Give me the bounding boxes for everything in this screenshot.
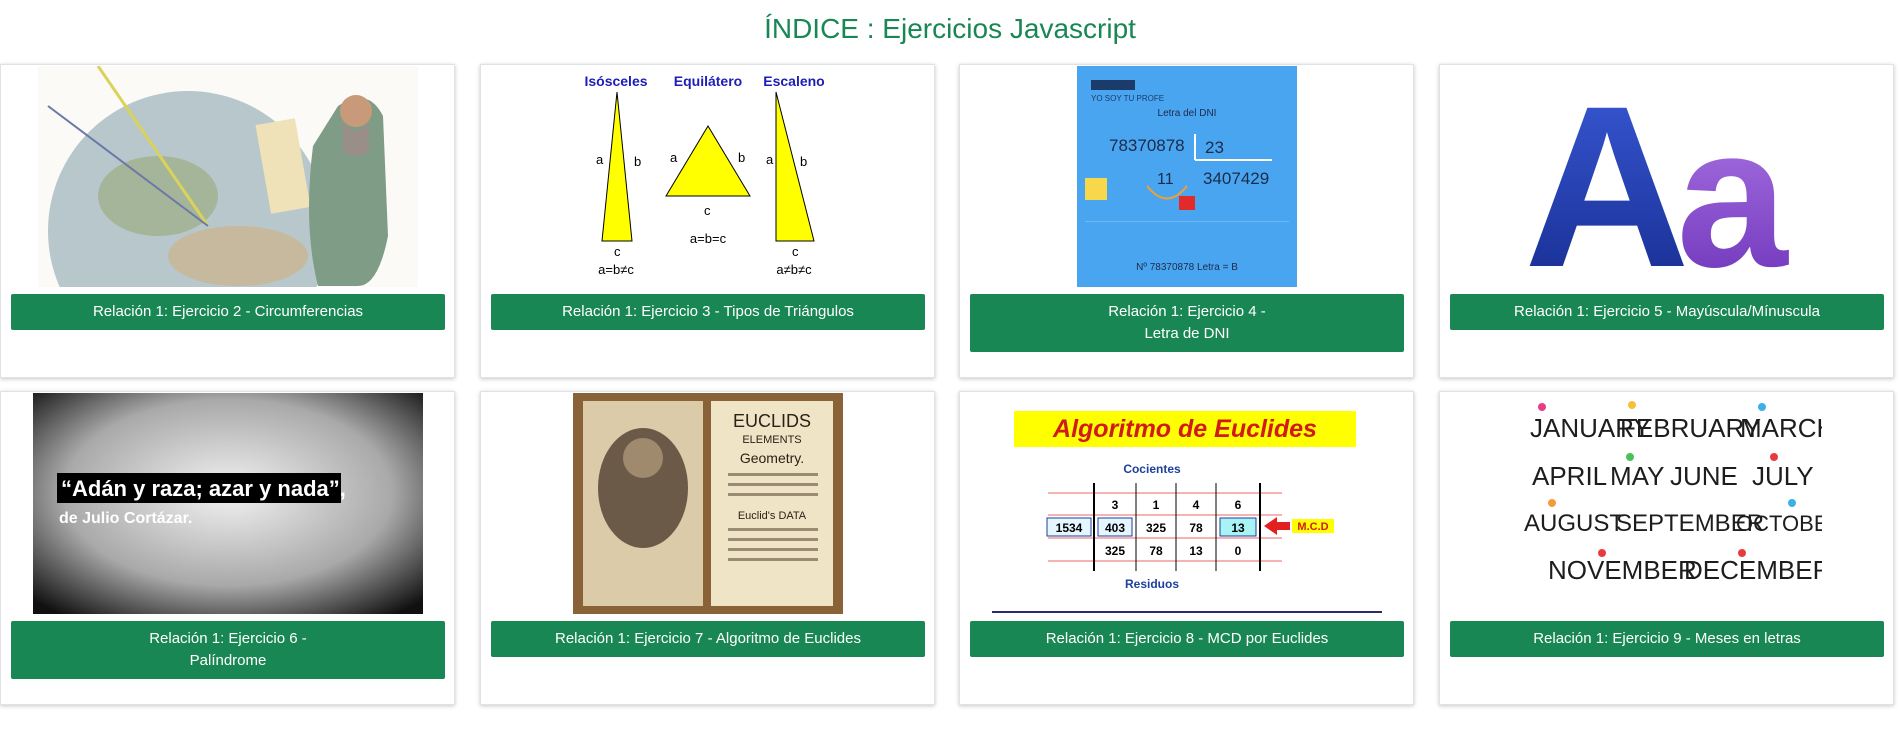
triangle-types-image[interactable]: Isósceles Equilátero Escaleno a b c a b … [481,66,934,287]
page-title: ÍNDICE : Ejercicios Javascript [764,13,1136,44]
svg-text:Algoritmo de Euclides: Algoritmo de Euclides [1052,415,1317,443]
triangle-label: Escaleno [763,73,824,89]
svg-text:13: 13 [1189,544,1203,558]
svg-text:a: a [596,152,604,167]
triangle-label: Isósceles [584,73,647,89]
svg-text:a=b≠c: a=b≠c [598,262,634,277]
exercise-button[interactable]: Relación 1: Ejercicio 6 - Palíndrome [11,621,445,679]
svg-text:a: a [1676,86,1789,287]
svg-text:78370878: 78370878 [1109,136,1185,155]
svg-text:Nº 78370878 Letra = B: Nº 78370878 Letra = B [1136,262,1238,273]
svg-text:a=b=c: a=b=c [689,231,726,246]
svg-text:a: a [670,150,678,165]
svg-text:325: 325 [1104,544,1124,558]
svg-text:c: c [704,203,711,218]
svg-text:AUGUST: AUGUST [1524,510,1624,537]
svg-text:Cocientes: Cocientes [1123,462,1181,476]
svg-text:DECEMBER: DECEMBER [1684,555,1822,585]
svg-text:a: a [766,152,774,167]
svg-text:Euclid's DATA: Euclid's DATA [737,510,806,522]
exercise-card[interactable]: YO SOY TU PROFE Letra del DNI 78370878 2… [959,64,1414,378]
exercise-card[interactable]: Algoritmo de Euclides Cocientes 3 1 4 6 … [959,391,1414,705]
svg-text:M.C.D: M.C.D [1297,521,1328,533]
svg-text:EUCLIDS: EUCLIDS [732,411,810,431]
exercise-button[interactable]: Relación 1: Ejercicio 9 - Meses en letra… [1450,621,1884,657]
uppercase-lowercase-image[interactable]: A a [1440,66,1893,287]
svg-text:Residuos: Residuos [1124,577,1178,591]
svg-text:c: c [614,244,621,259]
exercise-button[interactable]: Relación 1: Ejercicio 2 - Circumferencia… [11,294,445,330]
svg-text:JUNE: JUNE [1670,461,1738,491]
euclid-algorithm-image[interactable]: Algoritmo de Euclides Cocientes 3 1 4 6 … [960,393,1413,614]
svg-text:NOVEMBER: NOVEMBER [1548,555,1697,585]
svg-text:11: 11 [1157,171,1174,188]
svg-text:YO SOY TU PROFE: YO SOY TU PROFE [1091,94,1164,103]
svg-text:“Adán y raza; azar y nada”,: “Adán y raza; azar y nada”, [61,476,346,501]
exercise-button[interactable]: Relación 1: Ejercicio 3 - Tipos de Trián… [491,294,925,330]
svg-text:Letra del DNI: Letra del DNI [1157,108,1216,119]
svg-text:MARCH: MARCH [1740,413,1822,443]
svg-text:1: 1 [1152,498,1159,512]
svg-text:OCTOBER: OCTOBER [1736,511,1822,536]
palindrome-quote-image[interactable]: “Adán y raza; azar y nada”, de Julio Cor… [1,393,454,614]
svg-text:de Julio Cortázar.: de Julio Cortázar. [59,510,192,527]
svg-text:403: 403 [1104,521,1124,535]
scholar-globe-image[interactable] [1,66,454,287]
exercise-button[interactable]: Relación 1: Ejercicio 5 - Mayúscula/Mínu… [1450,294,1884,330]
exercise-card[interactable]: JANUARY FEBRUARY MARCH APRIL MAY JUNE JU… [1439,391,1894,705]
svg-text:A: A [1523,66,1689,287]
svg-text:0: 0 [1234,544,1241,558]
exercise-card[interactable]: Relación 1: Ejercicio 2 - Circumferencia… [0,64,455,378]
exercise-card[interactable]: EUCLIDS ELEMENTS Geometry. Euclid's DATA… [480,391,935,705]
svg-text:b: b [634,154,641,169]
exercise-button[interactable]: Relación 1: Ejercicio 7 - Algoritmo de E… [491,621,925,657]
euclid-book-image[interactable]: EUCLIDS ELEMENTS Geometry. Euclid's DATA [481,393,934,614]
svg-text:78: 78 [1189,521,1203,535]
exercise-button[interactable]: Relación 1: Ejercicio 4 - Letra de DNI [970,294,1404,352]
svg-text:JULY: JULY [1752,461,1814,491]
svg-text:6: 6 [1234,498,1241,512]
dni-letter-image[interactable]: YO SOY TU PROFE Letra del DNI 78370878 2… [960,66,1413,287]
svg-text:c: c [792,244,799,259]
svg-text:78: 78 [1149,544,1163,558]
exercise-button[interactable]: Relación 1: Ejercicio 8 - MCD por Euclid… [970,621,1404,657]
svg-text:a≠b≠c: a≠b≠c [776,262,812,277]
triangle-label: Equilátero [673,73,741,89]
svg-text:325: 325 [1145,521,1165,535]
exercise-card[interactable]: “Adán y raza; azar y nada”, de Julio Cor… [0,391,455,705]
exercise-card[interactable]: Isósceles Equilátero Escaleno a b c a b … [480,64,935,378]
svg-text:3: 3 [1111,498,1118,512]
svg-text:1534: 1534 [1055,521,1082,535]
svg-text:3407429: 3407429 [1203,169,1269,188]
svg-text:4: 4 [1192,498,1199,512]
svg-text:b: b [738,150,745,165]
svg-text:13: 13 [1231,521,1245,535]
svg-text:ELEMENTS: ELEMENTS [742,434,801,446]
exercise-card[interactable]: A a Relación 1: Ejercicio 5 - Mayúscula/… [1439,64,1894,378]
svg-text:APRIL: APRIL [1532,461,1607,491]
svg-text:MAY: MAY [1610,461,1664,491]
svg-text:23: 23 [1205,138,1224,157]
svg-text:b: b [800,154,807,169]
svg-text:Geometry.: Geometry. [739,450,803,466]
months-image[interactable]: JANUARY FEBRUARY MARCH APRIL MAY JUNE JU… [1440,393,1893,614]
